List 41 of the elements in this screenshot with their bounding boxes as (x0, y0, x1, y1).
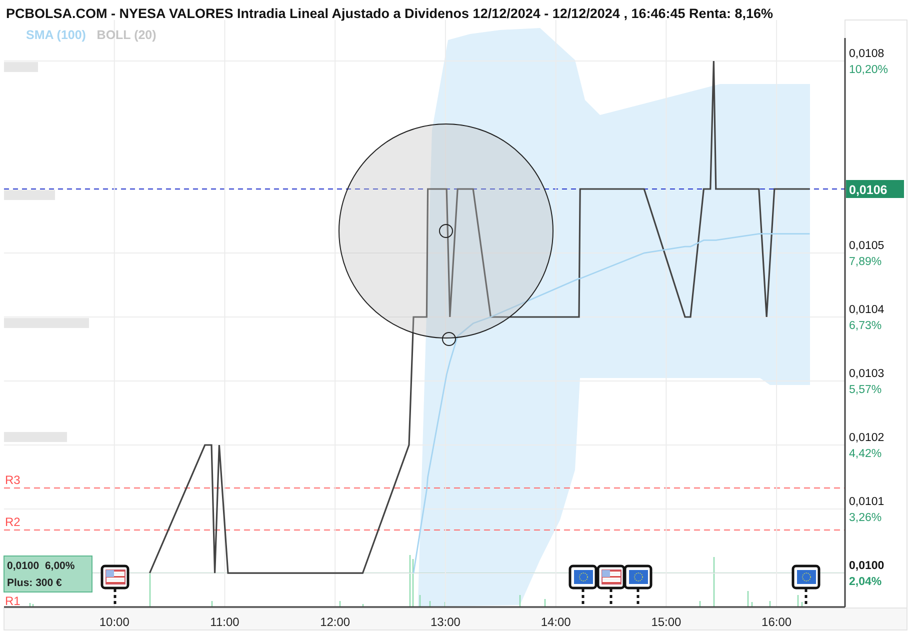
time-tick-label: 16:00 (762, 615, 792, 629)
time-tick-label: 15:00 (651, 615, 682, 629)
legend-label: BOLL (20) (96, 28, 156, 42)
price-tick-label: 0,0101 (849, 496, 884, 508)
percent-tick-label: 5,57% (849, 384, 882, 396)
resistance-label: R3 (5, 473, 20, 487)
price-tick-label: 0,0108 (849, 48, 884, 60)
price-tick-label: 0,0102 (849, 432, 884, 444)
chart-title: PCBOLSA.COM - NYESA VALORES Intradia Lineal Ajustado a Dividenos 12/12/2024 - 12/12/2024 , 16:46:45 Renta: 8,16% (6, 6, 774, 21)
stars-flag-icon[interactable] (568, 564, 598, 590)
event-marker-line (636, 589, 640, 607)
percent-tick-label: 2,04% (849, 576, 882, 588)
time-tick-label: 12:00 (320, 615, 350, 629)
percent-tick-label: 6,73% (849, 320, 882, 332)
stars-flag-icon[interactable] (624, 564, 652, 590)
event-marker-line (610, 589, 612, 607)
percent-tick-label: 3,26% (849, 512, 882, 524)
price-tick-label: 0,0105 (849, 240, 884, 252)
event-marker-line (804, 589, 808, 607)
price-tick-label: 0,0100 (849, 560, 884, 572)
time-tick-label: 10:00 (99, 615, 130, 629)
position-box: 0,0100 6,00% Plus: 300 € (4, 556, 92, 592)
price-tick-label: 0,0103 (849, 368, 884, 380)
time-tick-label: 14:00 (540, 615, 571, 629)
time-tick-label: 13:00 (430, 615, 460, 629)
percent-tick-label: 7,89% (849, 256, 882, 268)
last-price-marker: 0,0106 (846, 180, 904, 198)
event-marker-line (114, 589, 116, 607)
resistance-label: R2 (5, 515, 20, 529)
legend-label: SMA (100) (26, 28, 86, 42)
flag-icon[interactable] (100, 564, 130, 590)
flag-icon[interactable] (596, 564, 626, 590)
price-tick-label: 0,0104 (849, 304, 884, 316)
price-level-bar (4, 432, 67, 442)
resistance-label: R1 (5, 594, 20, 608)
stars-flag-icon[interactable] (792, 564, 820, 590)
percent-tick-label: 4,42% (849, 448, 882, 460)
event-marker-line (582, 589, 584, 607)
time-tick-label: 11:00 (210, 615, 240, 629)
percent-tick-label: 10,20% (849, 64, 888, 76)
price-level-bar (4, 190, 55, 200)
